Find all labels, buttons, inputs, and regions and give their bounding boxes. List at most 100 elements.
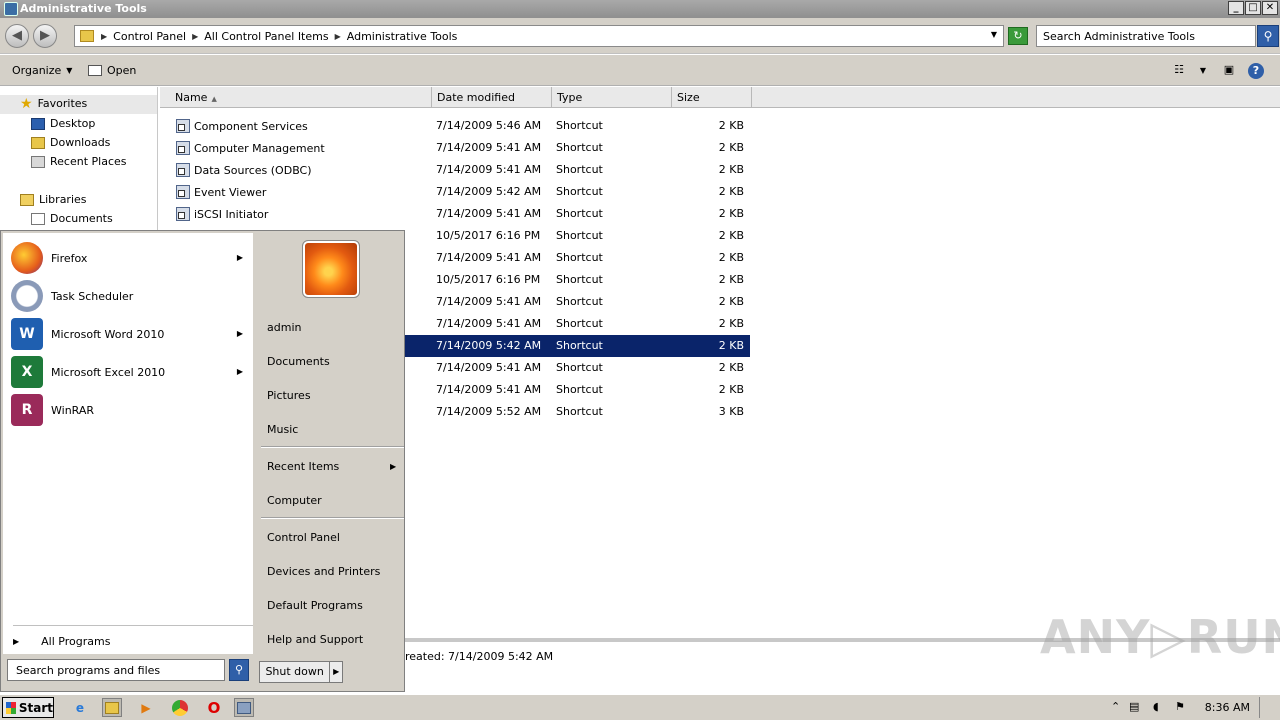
file-type: Shortcut — [556, 295, 603, 308]
chrome-icon[interactable] — [170, 698, 190, 717]
place-control-panel[interactable]: Control Panel — [267, 531, 340, 544]
view-options-icon[interactable]: ☷ — [1170, 63, 1188, 77]
desktop-icon — [31, 117, 45, 130]
crumb-control-panel[interactable]: Control Panel — [113, 30, 186, 43]
col-name[interactable]: Name ▲ — [160, 87, 432, 108]
refresh-button[interactable]: ↻ — [1008, 27, 1028, 45]
search-icon[interactable]: ⚲ — [229, 659, 249, 681]
media-player-icon[interactable]: ▶ — [136, 698, 156, 717]
forward-button[interactable]: ▶ — [33, 24, 57, 48]
start-search-input[interactable]: Search programs and files — [7, 659, 225, 681]
program-excel[interactable]: X Microsoft Excel 2010 ▶ — [11, 355, 251, 389]
sort-up-icon: ▲ — [211, 95, 217, 103]
nav-libraries[interactable]: Libraries — [20, 193, 87, 206]
user-avatar[interactable] — [302, 240, 360, 298]
shutdown-label: Shut down — [260, 662, 331, 682]
search-icon[interactable]: ⚲ — [1257, 25, 1279, 47]
file-name: Computer Management — [194, 141, 325, 155]
windows-logo-icon — [6, 701, 16, 714]
col-type[interactable]: Type — [552, 87, 672, 108]
separator — [261, 446, 404, 448]
open-button[interactable]: Open — [88, 64, 136, 77]
nav-desktop[interactable]: Desktop — [31, 117, 95, 130]
file-name: Event Viewer — [194, 185, 267, 199]
crumb-admin-tools[interactable]: Administrative Tools — [347, 30, 458, 43]
place-help-support[interactable]: Help and Support — [267, 633, 363, 646]
shutdown-button[interactable]: Shut down ▶ — [259, 661, 343, 683]
place-default-programs[interactable]: Default Programs — [267, 599, 363, 612]
place-recent-items[interactable]: Recent Items — [267, 460, 339, 473]
nav-documents[interactable]: Documents — [31, 212, 113, 225]
admin-tools-taskbar-button[interactable] — [234, 698, 254, 717]
show-hidden-icons-icon[interactable]: ⌃ — [1111, 700, 1120, 713]
separator — [261, 517, 404, 519]
star-icon: ★ — [20, 95, 33, 112]
place-documents[interactable]: Documents — [267, 355, 330, 368]
open-label: Open — [107, 64, 137, 77]
search-input[interactable]: Search Administrative Tools — [1036, 25, 1256, 47]
chevron-down-icon[interactable]: ▼ — [991, 30, 997, 39]
folder-icon — [105, 701, 119, 714]
anyrun-watermark: ANY▷RUN — [1040, 610, 1280, 664]
chevron-right-icon[interactable]: ▶ — [335, 32, 341, 41]
control-panel-icon — [237, 701, 251, 714]
close-button[interactable]: ✕ — [1262, 1, 1278, 15]
back-button[interactable]: ◀ — [5, 24, 29, 48]
firefox-icon — [11, 242, 43, 274]
program-task-scheduler[interactable]: Task Scheduler — [11, 279, 251, 313]
action-center-icon[interactable]: ⚑ — [1175, 700, 1185, 713]
file-type: Shortcut — [556, 317, 603, 330]
nav-recent-places[interactable]: Recent Places — [31, 155, 127, 168]
start-menu: Firefox ▶ Task Scheduler W Microsoft Wor… — [0, 230, 405, 692]
minimize-button[interactable]: _ — [1228, 1, 1244, 15]
clock[interactable]: 8:36 AM — [1205, 701, 1250, 714]
table-row[interactable]: Computer Management 7/14/2009 5:41 AM Sh… — [160, 137, 750, 159]
file-size: 3 KB — [718, 405, 744, 418]
place-music[interactable]: Music — [267, 423, 298, 436]
network-icon[interactable]: ▤ — [1129, 700, 1139, 713]
table-row[interactable]: Data Sources (ODBC) 7/14/2009 5:41 AM Sh… — [160, 159, 750, 181]
col-date[interactable]: Date modified — [432, 87, 552, 108]
file-size: 2 KB — [718, 163, 744, 176]
all-programs-button[interactable]: ▶ All Programs — [13, 635, 110, 648]
nav-favorites[interactable]: ★ Favorites — [20, 95, 87, 112]
explorer-taskbar-button[interactable] — [102, 698, 122, 717]
table-row[interactable]: iSCSI Initiator 7/14/2009 5:41 AM Shortc… — [160, 203, 750, 225]
place-pictures[interactable]: Pictures — [267, 389, 311, 402]
internet-explorer-icon[interactable]: e — [70, 698, 90, 717]
program-firefox[interactable]: Firefox ▶ — [11, 241, 251, 275]
start-button[interactable]: Start — [2, 697, 54, 718]
nav-downloads[interactable]: Downloads — [31, 136, 110, 149]
chevron-right-icon[interactable]: ▶ — [330, 662, 342, 682]
chevron-right-icon[interactable]: ▶ — [192, 32, 198, 41]
help-icon[interactable]: ? — [1248, 63, 1264, 79]
chevron-right-icon[interactable]: ▶ — [101, 32, 107, 41]
opera-icon[interactable]: O — [204, 698, 224, 717]
file-date: 7/14/2009 5:41 AM — [436, 317, 542, 330]
crumb-all-items[interactable]: All Control Panel Items — [204, 30, 328, 43]
winrar-icon: R — [11, 394, 43, 426]
col-size[interactable]: Size — [672, 87, 752, 108]
maximize-button[interactable]: □ — [1245, 1, 1261, 15]
table-row[interactable]: Event Viewer 7/14/2009 5:42 AM Shortcut … — [160, 181, 750, 203]
column-header: Name ▲ Date modified Type Size — [160, 87, 1280, 108]
nav-documents-label: Documents — [50, 212, 113, 225]
place-computer[interactable]: Computer — [267, 494, 322, 507]
nav-recent-places-label: Recent Places — [50, 155, 127, 168]
program-label: Microsoft Word 2010 — [51, 327, 165, 341]
organize-button[interactable]: Organize ▼ — [12, 64, 72, 77]
address-bar[interactable]: ▶ Control Panel ▶ All Control Panel Item… — [74, 25, 1004, 47]
table-row[interactable]: Component Services 7/14/2009 5:46 AM Sho… — [160, 115, 750, 137]
place-admin[interactable]: admin — [267, 321, 301, 334]
file-date: 7/14/2009 5:41 AM — [436, 163, 542, 176]
breadcrumb: ▶ Control Panel ▶ All Control Panel Item… — [101, 30, 457, 43]
shortcut-icon — [176, 207, 190, 221]
place-devices-printers[interactable]: Devices and Printers — [267, 565, 380, 578]
chevron-right-icon: ▶ — [13, 637, 20, 646]
view-dropdown-icon[interactable]: ▼ — [1194, 66, 1212, 80]
volume-icon[interactable]: ◖ — [1153, 700, 1159, 713]
program-word[interactable]: W Microsoft Word 2010 ▶ — [11, 317, 251, 351]
file-type: Shortcut — [556, 383, 603, 396]
program-winrar[interactable]: R WinRAR — [11, 393, 251, 427]
preview-pane-icon[interactable]: ▣ — [1220, 63, 1238, 77]
